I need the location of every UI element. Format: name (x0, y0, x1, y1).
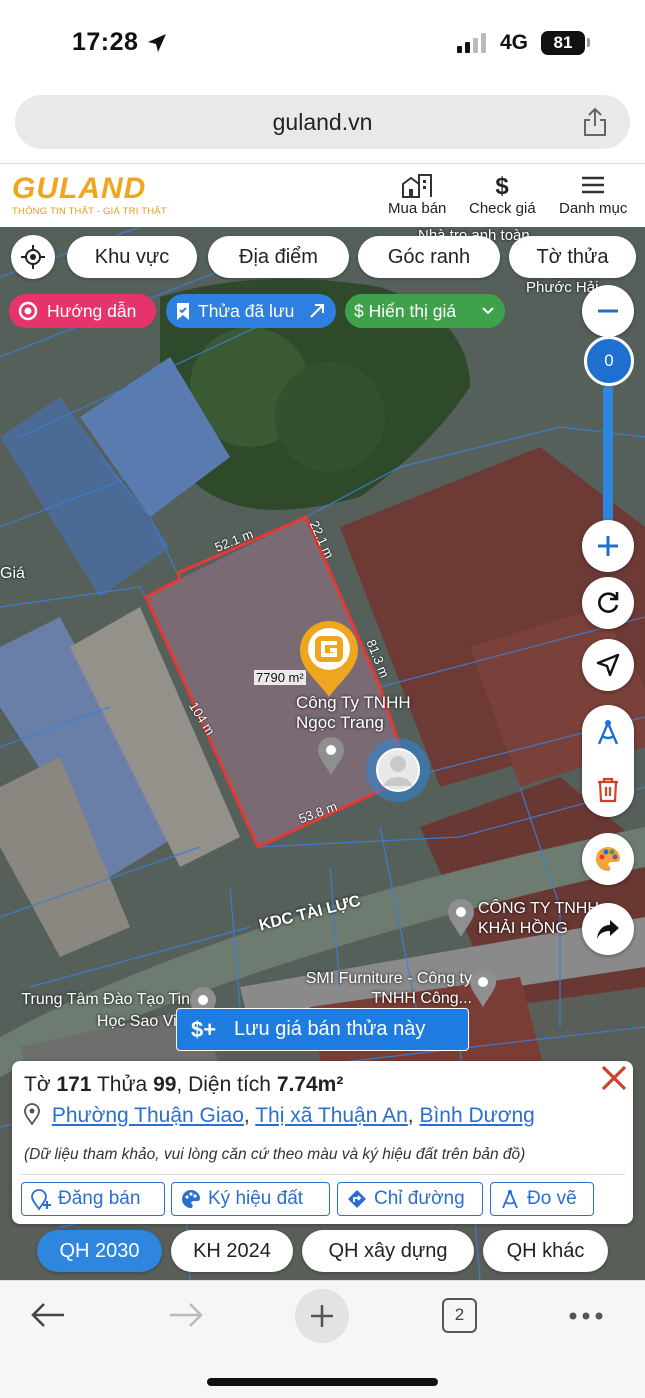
place-label-smi: SMI Furniture - Công ty TNHH Công... (305, 970, 472, 1007)
address-bar[interactable]: guland.vn (15, 95, 630, 149)
compass-draw-icon[interactable] (594, 719, 622, 747)
zoom-slider-track[interactable] (603, 385, 613, 533)
battery-icon: 81 (541, 31, 585, 55)
zoom-in-button[interactable] (582, 520, 634, 572)
tab-kh-2024[interactable]: KH 2024 (171, 1230, 293, 1272)
status-bar: 17:28 4G 81 (0, 0, 645, 86)
parcel-info-card: Tờ 171 Thửa 99, Diện tích 7.74m² Phường … (12, 1061, 633, 1224)
zoom-out-button[interactable] (582, 285, 634, 337)
tab-to-thua[interactable]: Tờ thửa (509, 236, 636, 278)
share-map-button[interactable] (582, 903, 634, 955)
navigate-button[interactable] (582, 639, 634, 691)
dollar-plus-icon: $+ (191, 1017, 217, 1042)
home-indicator (207, 1378, 438, 1386)
ky-hieu-dat-button[interactable]: Ký hiệu đất (171, 1182, 330, 1216)
parcel-title: Tờ 171 Thửa 99, Diện tích 7.74m² (24, 1073, 344, 1096)
ward-link[interactable]: Phường Thuận Giao (52, 1104, 244, 1127)
refresh-icon (598, 592, 619, 613)
tab-qh-xay-dung[interactable]: QH xây dựng (302, 1230, 474, 1272)
palette-button[interactable] (582, 833, 634, 885)
poi-pin-icon[interactable] (468, 969, 498, 1009)
zoom-slider-knob[interactable]: 0 (584, 336, 634, 386)
tabs-count-button[interactable]: 2 (442, 1298, 477, 1333)
huong-dan-button[interactable]: Hướng dẫn (9, 294, 156, 328)
province-link[interactable]: Bình Dương (419, 1104, 534, 1127)
refresh-button[interactable] (582, 577, 634, 629)
dollar-icon: $ (496, 173, 510, 198)
divider (20, 1174, 625, 1175)
url-text: guland.vn (272, 109, 373, 135)
tab-qh-khac[interactable]: QH khác (483, 1230, 608, 1272)
bookmark-icon (177, 303, 189, 320)
plus-icon (598, 536, 618, 556)
do-ve-button[interactable]: Đo vẽ (490, 1182, 594, 1216)
location-pin-icon (24, 1103, 40, 1126)
nav-danh-muc[interactable]: Danh mục (559, 172, 627, 217)
poi-pin-icon[interactable] (316, 737, 346, 777)
place-label-gia: Giá (0, 565, 25, 582)
chi-duong-button[interactable]: Chỉ đường (337, 1182, 483, 1216)
plus-icon (311, 1305, 333, 1327)
nav-check-gia[interactable]: $ Check giá (469, 172, 536, 217)
new-tab-button[interactable] (295, 1289, 349, 1343)
dang-ban-button[interactable]: Đăng bán (21, 1182, 165, 1216)
tab-qh-2030[interactable]: QH 2030 (37, 1230, 162, 1272)
signal-icon (457, 33, 486, 53)
location-arrow-icon (148, 34, 166, 52)
minus-icon (598, 309, 618, 313)
dollar-icon: $ (354, 301, 369, 321)
measure-toolbox (582, 705, 634, 817)
tab-dia-diem[interactable]: Địa điểm (208, 236, 349, 278)
parcel-address: Phường Thuận Giao, Thị xã Thuận An, Bình… (24, 1103, 535, 1128)
external-arrow-icon (310, 304, 324, 318)
share-arrow-icon (597, 920, 619, 939)
locate-button[interactable] (11, 235, 55, 279)
back-arrow-icon[interactable] (30, 1301, 66, 1329)
network-type: 4G (500, 31, 529, 54)
svg-text:$: $ (496, 173, 510, 198)
place-label-sao-viet: Trung Tâm Đào Tạo Tin Học Sao Việt (21, 991, 190, 1030)
guland-marker-icon[interactable] (298, 619, 360, 699)
directions-icon (348, 1190, 366, 1208)
close-icon[interactable] (599, 1063, 629, 1093)
nav-mua-ban[interactable]: Mua bán (388, 172, 446, 217)
disclaimer-note: (Dữ liệu tham khảo, vui lòng căn cứ theo… (24, 1146, 526, 1163)
person-icon (384, 756, 412, 786)
chevron-down-icon (482, 307, 494, 315)
menu-icon (582, 176, 605, 194)
palette-icon (182, 1189, 200, 1208)
palette-icon (596, 846, 620, 871)
thua-da-luu-button[interactable]: Thửa đã lưu (166, 294, 336, 328)
compass-draw-icon (502, 1190, 518, 1209)
guland-logo[interactable]: GULAND THÔNG TIN THẬT - GIÁ TRỊ THẬT (12, 174, 167, 218)
poi-pin-icon[interactable] (446, 899, 476, 939)
target-icon (18, 301, 38, 321)
hien-thi-gia-dropdown[interactable]: $ Hiển thị giá (345, 294, 505, 328)
trash-icon[interactable] (596, 777, 620, 803)
share-icon[interactable] (582, 107, 608, 137)
tab-goc-ranh[interactable]: Góc ranh (358, 236, 500, 278)
save-price-button[interactable]: $+ Lưu giá bán thửa này (176, 1008, 469, 1051)
site-header: GULAND THÔNG TIN THẬT - GIÁ TRỊ THẬT Mua… (0, 163, 645, 227)
buildings-icon (402, 174, 433, 198)
place-label-ngoc-trang: Công Ty TNHH Ngọc Trang (296, 693, 411, 732)
forward-arrow-icon[interactable] (168, 1301, 204, 1329)
more-dots-icon[interactable] (568, 1311, 604, 1321)
pin-plus-icon (31, 1189, 51, 1211)
navigation-arrow-icon (596, 653, 620, 677)
town-link[interactable]: Thị xã Thuận An (255, 1104, 408, 1127)
crosshair-icon (21, 245, 45, 269)
tab-khu-vuc[interactable]: Khu vực (67, 236, 197, 278)
clock: 17:28 (72, 28, 139, 56)
user-location-avatar[interactable] (366, 738, 430, 802)
